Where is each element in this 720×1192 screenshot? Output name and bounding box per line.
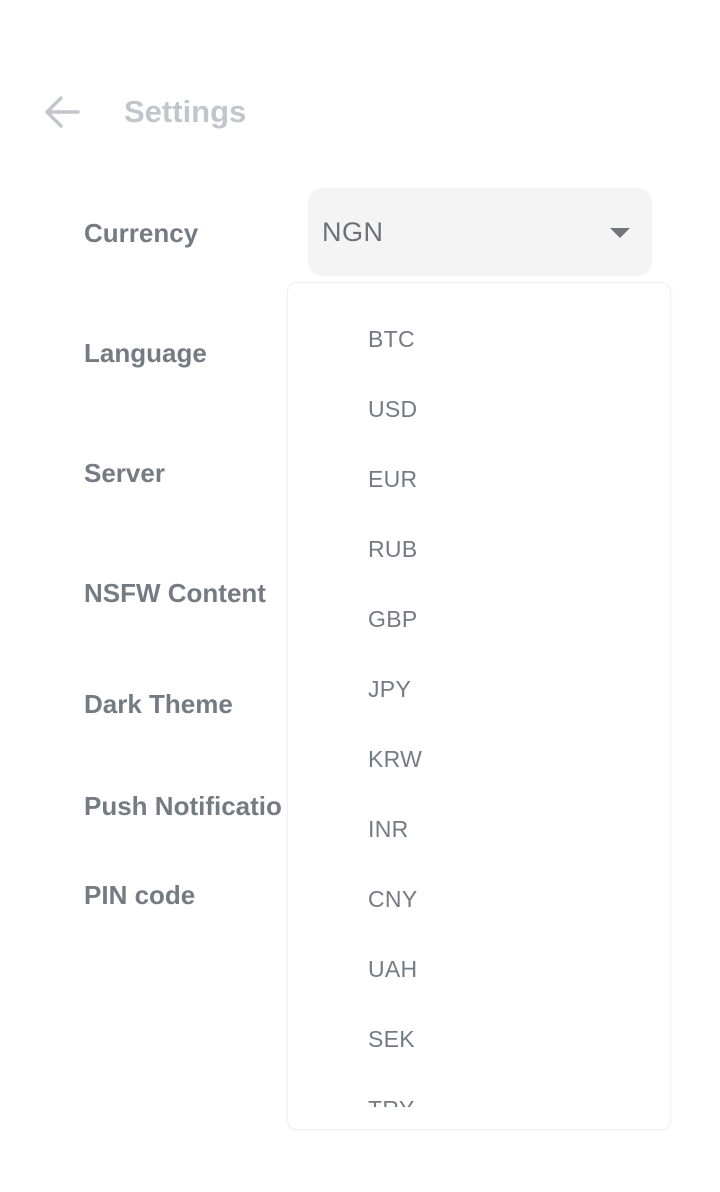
- dark-theme-label: Dark Theme: [84, 689, 233, 719]
- arrow-left-icon: [45, 96, 80, 128]
- pin-code-label: PIN code: [84, 880, 196, 910]
- currency-option-uah[interactable]: UAH: [288, 934, 670, 1004]
- currency-select-value: NGN: [322, 216, 384, 247]
- currency-option-try[interactable]: TRY: [288, 1074, 670, 1107]
- nsfw-content-label: NSFW Content: [84, 578, 266, 608]
- currency-option-usd[interactable]: USD: [288, 374, 670, 444]
- caret-down-icon: [610, 228, 630, 238]
- currency-option-krw[interactable]: KRW: [288, 724, 670, 794]
- server-label: Server: [84, 458, 165, 488]
- currency-option-sek[interactable]: SEK: [288, 1004, 670, 1074]
- currency-option-jpy[interactable]: JPY: [288, 654, 670, 724]
- language-label: Language: [84, 338, 207, 368]
- currency-option-btc[interactable]: BTC: [288, 304, 670, 374]
- currency-dropdown-menu[interactable]: BTC USD EUR RUB GBP JPY KRW INR CNY UAH …: [287, 282, 671, 1130]
- currency-options-list[interactable]: BTC USD EUR RUB GBP JPY KRW INR CNY UAH …: [288, 304, 670, 1107]
- push-notifications-label: Push Notificatio: [84, 791, 282, 821]
- currency-option-inr[interactable]: INR: [288, 794, 670, 864]
- currency-option-rub[interactable]: RUB: [288, 514, 670, 584]
- currency-select[interactable]: NGN: [308, 188, 652, 276]
- currency-option-cny[interactable]: CNY: [288, 864, 670, 934]
- currency-label: Currency: [84, 218, 199, 248]
- currency-option-gbp[interactable]: GBP: [288, 584, 670, 654]
- back-button[interactable]: [40, 90, 84, 134]
- currency-option-eur[interactable]: EUR: [288, 444, 670, 514]
- page-title: Settings: [124, 94, 247, 129]
- app-header: Settings: [0, 72, 720, 152]
